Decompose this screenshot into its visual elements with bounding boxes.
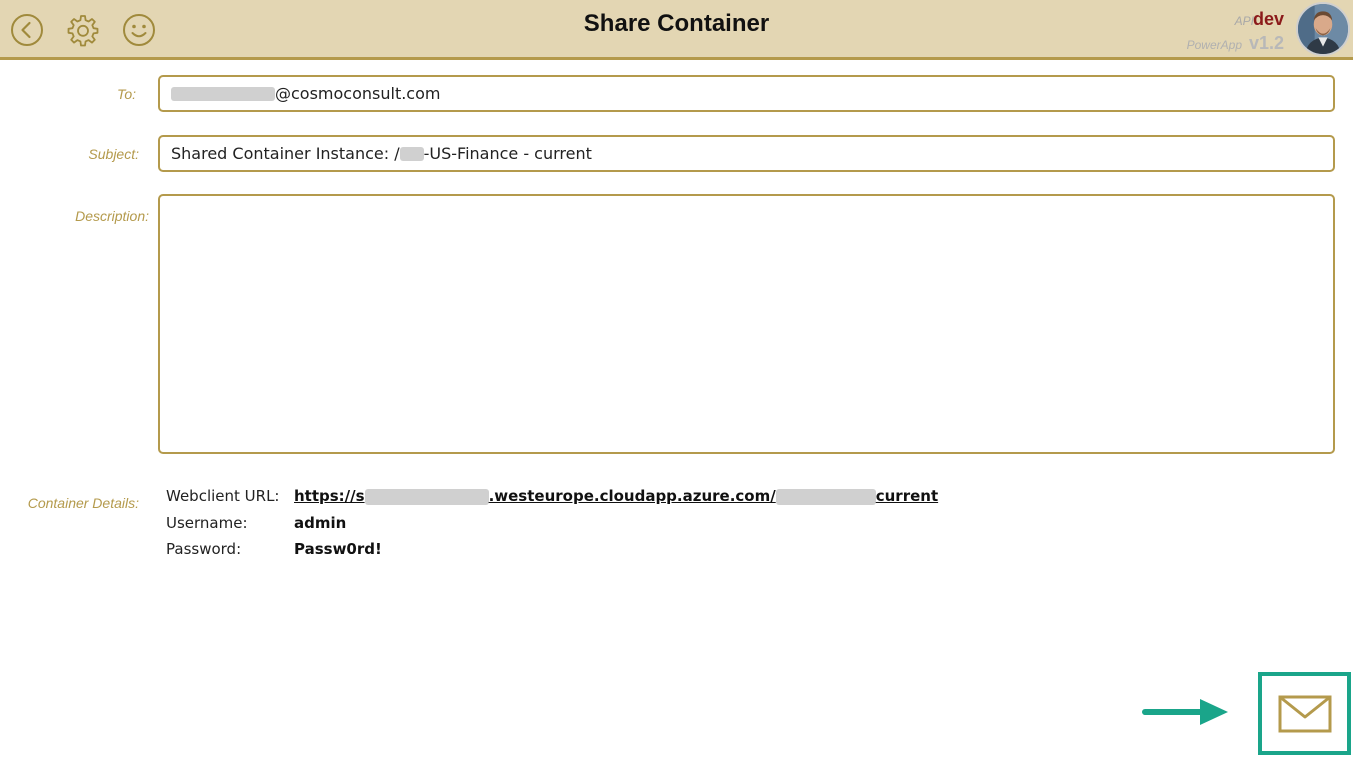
to-field[interactable]: @cosmoconsult.com [158,75,1335,112]
redacted-text [364,488,489,505]
api-label: API [1234,14,1254,28]
container-details-label: Container Details: [27,495,139,511]
password-value: Passw0rd! [294,540,382,558]
powerapp-version: v1.2 [1248,33,1284,53]
avatar[interactable] [1296,2,1350,56]
webclient-url-prefix: https://s [294,487,365,505]
powerapp-label: PowerApp [1186,38,1242,52]
username-label: Username: [166,514,248,532]
subject-label: Subject: [88,146,139,162]
api-environment: dev [1252,9,1284,29]
subject-field[interactable]: Shared Container Instance: / -US-Finance … [158,135,1335,172]
redacted-text [171,86,275,101]
password-label: Password: [166,540,242,558]
webclient-url-link[interactable]: https://s .westeurope.cloudapp.azure.com/… [294,487,938,505]
webclient-url-host: .westeurope.cloudapp.azure.com/ [488,487,776,505]
page-title: Share Container [583,10,770,37]
send-email-button[interactable] [1258,672,1351,755]
redacted-text [775,488,876,505]
description-label: Description: [75,208,149,224]
to-label: To: [117,86,136,102]
webclient-url-suffix: current [875,487,939,505]
username-value: admin [294,514,347,532]
header-bar: Share Container API dev PowerApp v1.2 [0,0,1353,60]
description-field[interactable] [158,194,1335,454]
arrow-right-icon [1142,699,1228,725]
envelope-icon [1278,695,1331,732]
redacted-text [399,146,424,161]
subject-value-suffix: -US-Finance - current [423,144,592,163]
webclient-url-label: Webclient URL: [166,487,280,505]
subject-value-prefix: Shared Container Instance: / [171,144,400,163]
to-value: @cosmoconsult.com [275,84,441,103]
